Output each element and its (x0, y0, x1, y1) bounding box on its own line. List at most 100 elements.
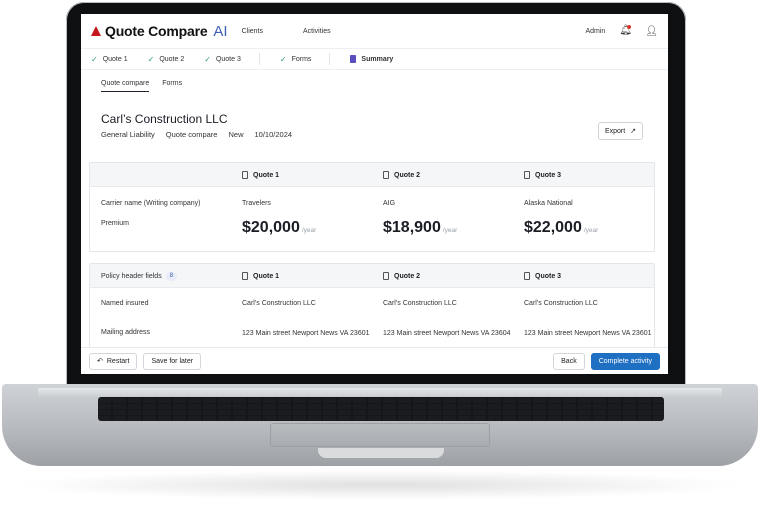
mailing-address-quote-2: 123 Main street Newport News VA 23604 (383, 330, 511, 337)
logo-triangle-icon (91, 26, 101, 36)
user-role-label: Admin (585, 27, 606, 35)
client-meta: General Liability Quote compare New 10/1… (101, 130, 292, 139)
carrier-quote-2: AIG (383, 200, 396, 207)
brand-name: Quote Compare (105, 23, 208, 39)
export-label: Export (604, 127, 626, 135)
quote-3-header: Quote 3 (524, 171, 561, 179)
document-icon (350, 55, 357, 63)
premium-quote-2: $18,900/year (383, 219, 457, 237)
file-icon (242, 171, 248, 179)
top-bar: Quote Compare AI Clients Activities Admi… (81, 14, 668, 48)
step-forms[interactable]: ✓ Forms (280, 49, 322, 69)
nav-activities[interactable]: Activities (303, 28, 331, 35)
quote-summary-card: Quote 1 Quote 2 Quote 3 Carrier name (Wr… (89, 162, 655, 252)
laptop-trackpad (270, 423, 490, 447)
notification-dot (627, 25, 632, 29)
back-button[interactable]: Back (553, 352, 585, 370)
arrow-up-right-icon: ↗ (630, 128, 637, 135)
step-divider (258, 53, 260, 65)
mailing-address-quote-1: 123 Main street Newport News VA 23601 (242, 330, 370, 337)
file-icon (524, 272, 530, 280)
field-count-badge: 8 (165, 272, 178, 281)
named-insured-quote-2: Carl’s Construction LLC (383, 300, 457, 307)
named-insured-quote-1: Carl’s Construction LLC (242, 300, 316, 307)
restart-button[interactable]: ↶ Restart (89, 352, 138, 370)
step-label: Quote 1 (102, 55, 128, 63)
file-icon (242, 272, 248, 280)
brand-logo[interactable]: Quote Compare AI (91, 23, 228, 40)
file-icon (524, 171, 530, 179)
back-label: Back (561, 357, 577, 365)
summary-header-row: Quote 1 Quote 2 Quote 3 (90, 163, 654, 187)
policy-header-card: Policy header fields 8 Quote 1 Quote 2 Q… (89, 263, 655, 357)
quote-1-header: Quote 1 (242, 272, 279, 280)
premium-amount: $20,000 (242, 219, 300, 236)
action-footer: ↶ Restart Save for later Back Complete a… (81, 347, 668, 374)
complete-activity-button[interactable]: Complete activity (590, 352, 660, 370)
file-icon (383, 171, 389, 179)
workflow-steps: ✓ Quote 1 ✓ Quote 2 ✓ Quote 3 ✓ Forms Su… (81, 48, 668, 70)
notifications-bell-icon[interactable]: 🔔︎ (619, 25, 632, 37)
laptop-keyboard (98, 397, 664, 421)
complete-label: Complete activity (598, 357, 652, 365)
policy-section-label: Policy header fields (101, 273, 162, 280)
nav-clients[interactable]: Clients (242, 28, 263, 35)
named-insured-label: Named insured (101, 300, 149, 307)
quote-header-label: Quote 1 (253, 171, 280, 179)
carrier-quote-1: Travelers (242, 200, 271, 207)
file-icon (383, 272, 389, 280)
client-name: Carl’s Construction LLC (101, 112, 228, 126)
quote-2-header: Quote 2 (383, 272, 420, 280)
step-label: Quote 3 (215, 55, 241, 63)
line-of-business: General Liability (101, 130, 155, 139)
laptop-notch (318, 448, 444, 458)
quote-2-header: Quote 2 (383, 171, 420, 179)
carrier-row-label: Carrier name (Writing company) (101, 200, 201, 207)
policy-header-row: Policy header fields 8 Quote 1 Quote 2 Q… (90, 264, 654, 288)
export-button[interactable]: Export ↗ (598, 122, 643, 140)
subtab-forms[interactable]: Forms (162, 80, 182, 92)
carrier-quote-3: Alaska National (524, 200, 573, 207)
check-icon: ✓ (204, 54, 211, 64)
check-icon: ✓ (91, 54, 98, 64)
premium-amount: $18,900 (383, 219, 441, 236)
top-right-actions: Admin 🔔︎ 👤︎ (585, 25, 658, 37)
brand-ai: AI (213, 22, 228, 40)
premium-period: /year (301, 227, 317, 234)
step-quote-2[interactable]: ✓ Quote 2 (148, 49, 195, 69)
step-label: Quote 2 (159, 55, 185, 63)
subtab-quote-compare[interactable]: Quote compare (101, 80, 150, 92)
quote-header-label: Quote 1 (253, 272, 280, 280)
quote-1-header: Quote 1 (242, 171, 279, 179)
sub-tabs: Quote compare Forms (101, 80, 182, 92)
step-quote-1[interactable]: ✓ Quote 1 (91, 49, 138, 69)
quote-header-label: Quote 2 (394, 171, 421, 179)
save-for-later-button[interactable]: Save for later (143, 352, 202, 370)
check-icon: ✓ (147, 54, 155, 64)
undo-icon: ↶ (97, 358, 103, 365)
laptop-shadow (10, 470, 750, 500)
restart-label: Restart (106, 357, 130, 365)
activity-date: 10/10/2024 (254, 130, 293, 139)
quote-header-label: Quote 3 (535, 171, 562, 179)
named-insured-quote-3: Carl’s Construction LLC (524, 300, 598, 307)
premium-quote-3: $22,000/year (524, 219, 598, 237)
quote-header-label: Quote 2 (394, 272, 421, 280)
mailing-address-quote-3: 123 Main street Newport News VA 23601 (524, 330, 652, 337)
step-label: Summary (361, 55, 394, 63)
user-profile-icon[interactable]: 👤︎ (645, 26, 658, 37)
premium-row-label: Premium (101, 220, 130, 227)
main-nav: Clients Activities (242, 28, 331, 35)
step-quote-3[interactable]: ✓ Quote 3 (204, 49, 251, 69)
save-label: Save for later (151, 357, 194, 365)
step-divider (329, 53, 331, 65)
step-label: Forms (291, 55, 312, 63)
quote-3-header: Quote 3 (524, 272, 561, 280)
activity-type: Quote compare (165, 130, 218, 139)
premium-amount: $22,000 (524, 219, 582, 236)
step-summary[interactable]: Summary (350, 49, 403, 69)
premium-quote-1: $20,000/year (242, 219, 316, 237)
policy-section-title[interactable]: Policy header fields 8 (101, 272, 178, 281)
premium-period: /year (583, 227, 599, 234)
premium-period: /year (442, 227, 458, 234)
